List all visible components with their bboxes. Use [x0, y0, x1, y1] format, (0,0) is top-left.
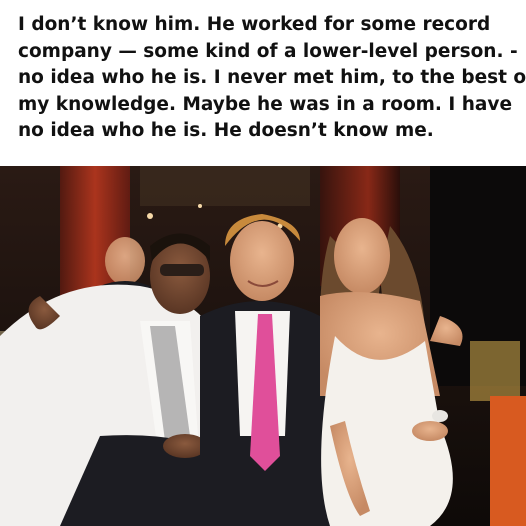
caption-line-3: no idea who he is. I never met him, to t… — [18, 67, 526, 88]
photo-illustration — [0, 166, 526, 526]
quote-caption: I don’t know him. He worked for some rec… — [18, 12, 526, 162]
sunglasses — [160, 264, 204, 276]
face-person-3 — [334, 218, 390, 294]
meme-image: I don’t know him. He worked for some rec… — [0, 0, 526, 526]
caption-line-5: no idea who he is. He doesn’t know me. — [18, 120, 434, 141]
caption-line-4: my knowledge. Maybe he was in a room. I … — [18, 93, 512, 115]
orange-object — [490, 396, 526, 526]
hand-person-3 — [412, 421, 448, 441]
light-dot — [198, 204, 202, 208]
group-photo — [0, 166, 526, 526]
face-person-2 — [230, 221, 294, 301]
bracelet — [432, 410, 448, 422]
light-dot — [147, 213, 153, 219]
ceiling-decor — [140, 166, 310, 206]
caption-line-2: company — some kind of a lower-level per… — [18, 40, 518, 62]
caption-line-1: I don’t know him. He worked for some rec… — [18, 14, 491, 35]
chair-right — [470, 341, 520, 401]
background-guest-head — [105, 237, 145, 285]
